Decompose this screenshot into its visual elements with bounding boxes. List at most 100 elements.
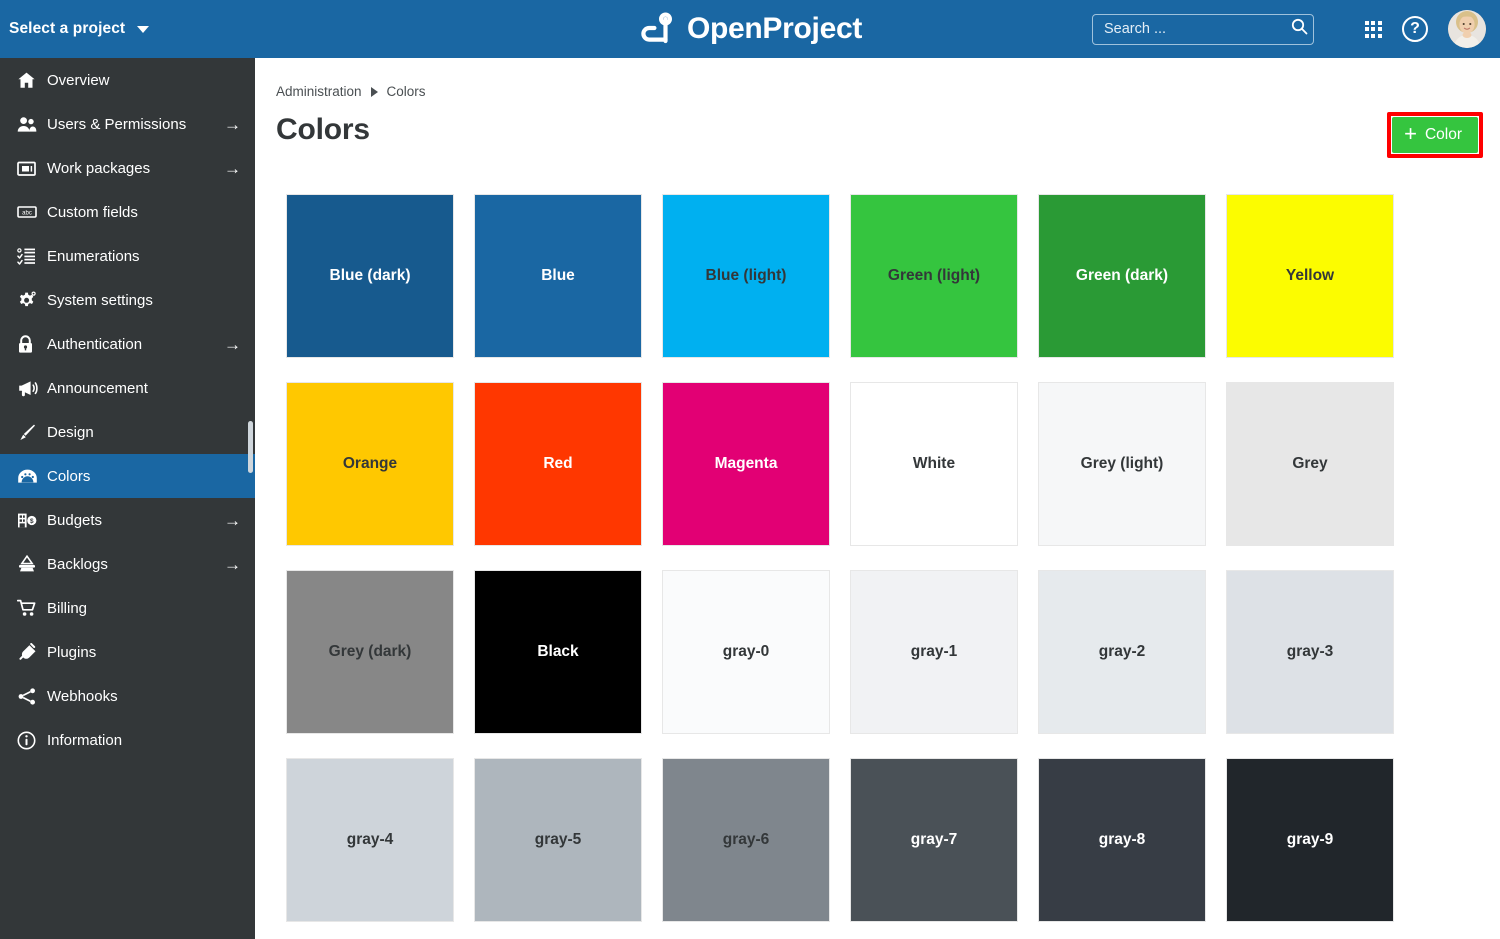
info-icon — [17, 731, 47, 750]
color-swatch-label: White — [912, 455, 956, 472]
color-swatch[interactable]: gray-8 — [1038, 758, 1206, 922]
sidebar-item-announcement[interactable]: Announcement — [0, 366, 255, 410]
sidebar-item-work-packages[interactable]: Work packages → — [0, 146, 255, 190]
arrow-right-icon: → — [224, 114, 241, 134]
work-package-icon — [17, 160, 47, 177]
webhook-icon — [17, 687, 47, 706]
add-color-button[interactable]: + Color — [1392, 117, 1478, 153]
page-title: Colors — [276, 113, 370, 146]
color-swatch[interactable]: Green (dark) — [1038, 194, 1206, 358]
sidebar-scrollbar-thumb[interactable] — [248, 421, 253, 473]
sidebar-item-plugins[interactable]: Plugins — [0, 630, 255, 674]
project-select-label: Select a project — [9, 20, 126, 37]
color-swatch[interactable]: Magenta — [662, 382, 830, 546]
color-swatch-label: Magenta — [714, 455, 778, 472]
color-swatch[interactable]: Blue (dark) — [286, 194, 454, 358]
gear-icon — [17, 291, 47, 310]
color-swatch[interactable]: gray-5 — [474, 758, 642, 922]
color-swatch-label: Green (light) — [887, 267, 981, 284]
color-swatch-label: gray-9 — [1286, 831, 1334, 848]
color-swatch-label: Orange — [342, 455, 398, 472]
sidebar-item-budgets[interactable]: $ Budgets → — [0, 498, 255, 542]
sidebar-item-list: Overview Users & Permissions → Work package… — [0, 58, 255, 762]
color-swatch-label: gray-2 — [1098, 643, 1146, 660]
color-swatch-label: gray-5 — [534, 831, 582, 848]
color-swatch[interactable]: Red — [474, 382, 642, 546]
openproject-logo-text: OpenProject — [686, 12, 863, 45]
color-swatch[interactable]: gray-0 — [662, 570, 830, 734]
color-swatch-label: Yellow — [1285, 267, 1335, 284]
sidebar-item-label: Overview — [47, 71, 110, 89]
color-swatch[interactable]: gray-9 — [1226, 758, 1394, 922]
arrow-right-icon: → — [224, 510, 241, 530]
breadcrumb-administration[interactable]: Administration — [276, 84, 362, 99]
sidebar-item-label: Work packages — [47, 159, 151, 177]
sidebar-item-enumerations[interactable]: Enumerations — [0, 234, 255, 278]
sidebar-item-label: Custom fields — [47, 203, 138, 221]
plus-icon: + — [1404, 121, 1417, 146]
sidebar-item-design[interactable]: Design — [0, 410, 255, 454]
plug-icon — [17, 642, 47, 662]
avatar[interactable] — [1448, 10, 1486, 48]
backlogs-icon — [17, 555, 47, 573]
users-icon — [17, 115, 47, 134]
sidebar-item-billing[interactable]: Billing — [0, 586, 255, 630]
breadcrumb-colors: Colors — [386, 84, 426, 99]
color-swatch[interactable]: Green (light) — [850, 194, 1018, 358]
megaphone-icon — [17, 380, 47, 397]
sidebar-item-backlogs[interactable]: Backlogs → — [0, 542, 255, 586]
sidebar-item-label: Billing — [47, 599, 88, 617]
color-swatch-grid: Blue (dark) Blue Blue (light) Green (light)… — [286, 194, 1412, 922]
sidebar-item-colors[interactable]: Colors — [0, 454, 255, 498]
sidebar-item-authentication[interactable]: Authentication → — [0, 322, 255, 366]
openproject-logo-link[interactable]: OpenProject — [638, 10, 862, 49]
content-area: Administration Colors Colors + Color Blu… — [255, 58, 1500, 939]
help-button[interactable]: ? — [1394, 8, 1436, 50]
color-swatch[interactable]: Black — [474, 570, 642, 734]
openproject-logo-icon — [638, 10, 676, 49]
sidebar-item-label: System settings — [47, 291, 153, 309]
sidebar-item-label: Webhooks — [47, 687, 118, 705]
color-swatch[interactable]: Blue — [474, 194, 642, 358]
search-icon[interactable] — [1291, 18, 1308, 40]
color-swatch[interactable]: White — [850, 382, 1018, 546]
color-swatch[interactable]: gray-7 — [850, 758, 1018, 922]
lock-icon — [17, 334, 47, 354]
sidebar-item-label: Budgets — [47, 511, 103, 529]
global-search[interactable] — [1092, 13, 1314, 45]
sidebar-item-label: Authentication — [47, 335, 143, 353]
color-swatch[interactable]: Grey — [1226, 382, 1394, 546]
color-swatch-label: Red — [543, 455, 573, 472]
color-swatch[interactable]: gray-4 — [286, 758, 454, 922]
color-swatch[interactable]: gray-6 — [662, 758, 830, 922]
color-swatch-label: Grey — [1292, 455, 1328, 472]
sidebar-item-custom-fields[interactable]: abc Custom fields — [0, 190, 255, 234]
sidebar-item-overview[interactable]: Overview — [0, 58, 255, 102]
color-swatch[interactable]: gray-3 — [1226, 570, 1394, 734]
project-select-button[interactable]: Select a project — [0, 0, 255, 58]
color-swatch-label: gray-8 — [1098, 831, 1146, 848]
color-swatch-label: Blue — [541, 267, 575, 284]
color-swatch[interactable]: Blue (light) — [662, 194, 830, 358]
color-swatch[interactable]: Grey (light) — [1038, 382, 1206, 546]
svg-text:abc: abc — [22, 211, 32, 217]
color-swatch[interactable]: gray-2 — [1038, 570, 1206, 734]
sidebar-item-system-settings[interactable]: System settings — [0, 278, 255, 322]
color-swatch[interactable]: Grey (dark) — [286, 570, 454, 734]
add-color-label: Color — [1424, 126, 1462, 143]
modules-button[interactable] — [1352, 8, 1394, 50]
color-swatch[interactable]: Yellow — [1226, 194, 1394, 358]
custom-field-icon: abc — [17, 205, 47, 219]
sidebar-item-information[interactable]: Information — [0, 718, 255, 762]
color-swatch-label: gray-4 — [346, 831, 394, 848]
sidebar-item-users-permissions[interactable]: Users & Permissions → — [0, 102, 255, 146]
color-swatch-label: gray-0 — [722, 643, 770, 660]
sidebar-item-webhooks[interactable]: Webhooks — [0, 674, 255, 718]
color-swatch[interactable]: Orange — [286, 382, 454, 546]
arrow-right-icon: → — [224, 554, 241, 574]
list-icon — [17, 247, 47, 265]
search-input[interactable] — [1104, 21, 1291, 37]
color-swatch[interactable]: gray-1 — [850, 570, 1018, 734]
brush-icon — [17, 423, 47, 442]
cart-icon — [17, 599, 47, 617]
